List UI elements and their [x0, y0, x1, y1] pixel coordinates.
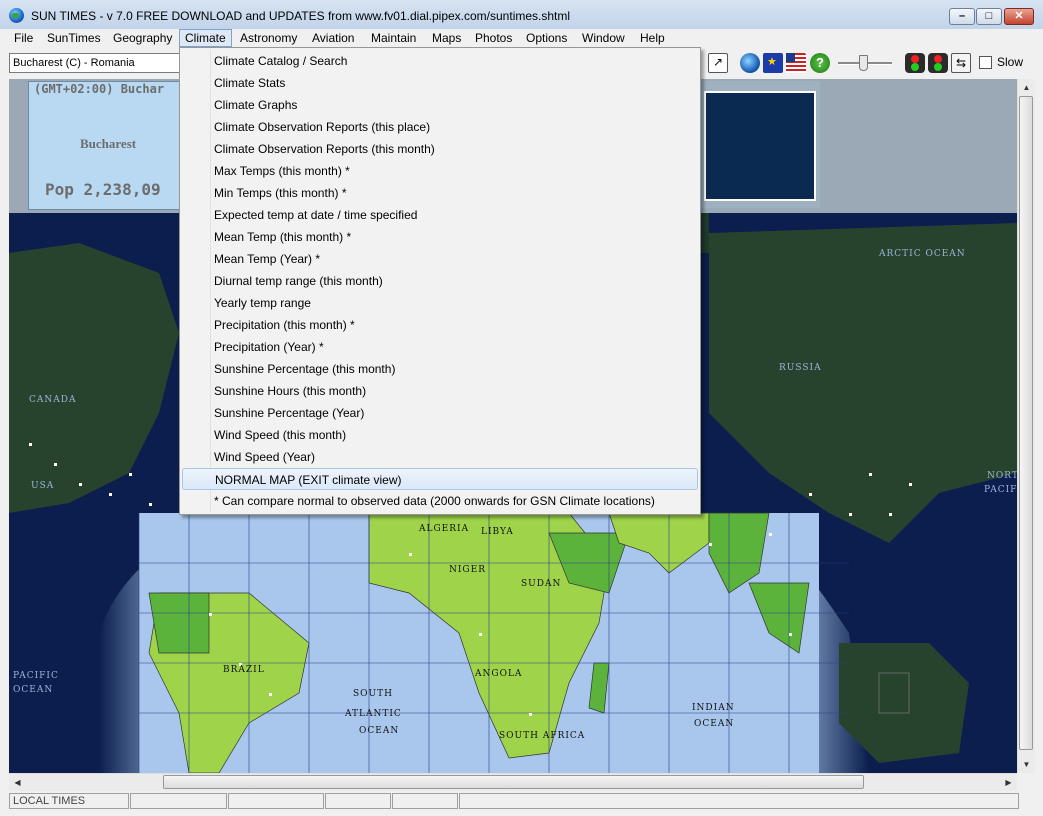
- menu-maps[interactable]: Maps: [427, 30, 466, 46]
- status-cell-6: [459, 793, 1019, 809]
- globe-icon[interactable]: [740, 53, 760, 73]
- menu-item-mean-temp-year[interactable]: Mean Temp (Year) *: [182, 248, 698, 270]
- status-cell-3: [228, 793, 324, 809]
- place-select[interactable]: Bucharest (C) - Romania: [9, 53, 181, 73]
- status-cell-2: [130, 793, 227, 809]
- label-sudan: SUDAN: [521, 579, 562, 589]
- status-local-times: LOCAL TIMES: [9, 793, 129, 809]
- label-usa: USA: [31, 481, 55, 491]
- label-south-africa: SOUTH AFRICA: [499, 731, 586, 741]
- menu-item-wind-month[interactable]: Wind Speed (this month): [182, 424, 698, 446]
- chart-icon[interactable]: [708, 53, 728, 73]
- menu-geography[interactable]: Geography: [108, 30, 177, 46]
- eu-flag-icon[interactable]: [763, 53, 783, 73]
- help-icon[interactable]: ?: [810, 53, 830, 73]
- menu-item-obs-reports-place[interactable]: Climate Observation Reports (this place): [182, 116, 698, 138]
- status-bar: LOCAL TIMES: [0, 791, 1043, 816]
- population-text: Pop 2,238,09: [45, 180, 161, 199]
- label-angola: ANGOLA: [475, 669, 523, 679]
- close-button[interactable]: ✕: [1004, 8, 1034, 25]
- label-pacific-east: PACIFIC: [984, 485, 1017, 495]
- label-south-atlantic-3: OCEAN: [359, 726, 400, 736]
- scroll-up-icon[interactable]: ▲: [1018, 79, 1035, 96]
- close-icon: ✕: [1014, 10, 1024, 22]
- label-brazil: BRAZIL: [223, 665, 265, 675]
- menu-aviation[interactable]: Aviation: [307, 30, 359, 46]
- menu-window[interactable]: Window: [577, 30, 630, 46]
- menu-help[interactable]: Help: [635, 30, 670, 46]
- swap-icon[interactable]: ⇆: [951, 53, 971, 73]
- menu-item-diurnal-range[interactable]: Diurnal temp range (this month): [182, 270, 698, 292]
- menu-climate[interactable]: Climate: [179, 29, 232, 47]
- menu-item-climate-stats[interactable]: Climate Stats: [182, 72, 698, 94]
- menu-item-sunshine-hours-month[interactable]: Sunshine Hours (this month): [182, 380, 698, 402]
- label-canada: CANADA: [29, 395, 77, 405]
- status-cell-5: [392, 793, 458, 809]
- maximize-button[interactable]: □: [976, 8, 1002, 25]
- climate-menu: Climate Catalog / Search Climate Stats C…: [179, 47, 701, 515]
- label-north-pacific: NORTH: [987, 471, 1017, 481]
- city-name: Bucharest: [80, 136, 137, 151]
- timezone-text: (GMT+02:00) Buchar: [34, 82, 165, 96]
- label-indian-ocean-1: INDIAN: [692, 703, 735, 713]
- mini-map-panel: [700, 81, 820, 208]
- menu-maintain[interactable]: Maintain: [366, 30, 421, 46]
- menu-item-wind-year[interactable]: Wind Speed (Year): [182, 446, 698, 468]
- traffic-light-icon[interactable]: [905, 53, 925, 73]
- label-arctic-ocean: ARCTIC OCEAN: [879, 249, 966, 259]
- label-algeria: ALGERIA: [419, 524, 470, 534]
- minimize-icon: –: [958, 10, 966, 22]
- menu-item-sunshine-pct-month[interactable]: Sunshine Percentage (this month): [182, 358, 698, 380]
- menu-item-climate-catalog[interactable]: Climate Catalog / Search: [182, 50, 698, 72]
- menu-bar: File SunTimes Geography Climate Astronom…: [0, 29, 1043, 48]
- menu-item-precip-month[interactable]: Precipitation (this month) *: [182, 314, 698, 336]
- label-south-pacific: PACIFIC: [13, 671, 59, 681]
- label-russia: RUSSIA: [779, 363, 822, 373]
- us-flag-icon[interactable]: [786, 53, 806, 73]
- horizontal-scrollbar[interactable]: ◀ ▶: [9, 773, 1017, 791]
- mini-map[interactable]: [704, 91, 816, 201]
- scroll-down-icon[interactable]: ▼: [1018, 756, 1035, 773]
- speed-slider-thumb[interactable]: [859, 55, 868, 71]
- menu-astronomy[interactable]: Astronomy: [235, 30, 302, 46]
- north-south-america-land: [148, 592, 210, 654]
- menu-item-min-temps[interactable]: Min Temps (this month) *: [182, 182, 698, 204]
- minimize-button[interactable]: –: [949, 8, 975, 25]
- menu-options[interactable]: Options: [521, 30, 572, 46]
- window-title: SUN TIMES - v 7.0 FREE DOWNLOAD and UPDA…: [31, 9, 571, 23]
- slow-label: Slow: [997, 55, 1024, 69]
- slow-checkbox[interactable]: [979, 56, 992, 69]
- menu-item-max-temps[interactable]: Max Temps (this month) *: [182, 160, 698, 182]
- horizontal-scroll-thumb[interactable]: [163, 775, 864, 789]
- menu-file[interactable]: File: [9, 30, 38, 46]
- app-globe-icon: [9, 8, 24, 23]
- vertical-scroll-thumb[interactable]: [1019, 96, 1033, 750]
- menu-item-sunshine-pct-year[interactable]: Sunshine Percentage (Year): [182, 402, 698, 424]
- menu-item-expected-temp[interactable]: Expected temp at date / time specified: [182, 204, 698, 226]
- label-niger: NIGER: [449, 565, 486, 575]
- maximize-icon: □: [985, 10, 993, 22]
- label-south-atlantic-2: ATLANTIC: [345, 709, 402, 719]
- status-cell-4: [325, 793, 391, 809]
- menu-item-compare-note[interactable]: * Can compare normal to observed data (2…: [182, 490, 698, 512]
- label-south-atlantic-1: SOUTH: [353, 689, 393, 699]
- menu-photos[interactable]: Photos: [470, 30, 517, 46]
- menu-item-yearly-range[interactable]: Yearly temp range: [182, 292, 698, 314]
- menu-item-mean-temp-month[interactable]: Mean Temp (this month) *: [182, 226, 698, 248]
- title-bar: SUN TIMES - v 7.0 FREE DOWNLOAD and UPDA…: [0, 0, 1043, 30]
- traffic-light-icon-2[interactable]: [928, 53, 948, 73]
- vertical-scrollbar[interactable]: ▲ ▼: [1017, 79, 1035, 773]
- menu-item-precip-year[interactable]: Precipitation (Year) *: [182, 336, 698, 358]
- menu-item-normal-map[interactable]: NORMAL MAP (EXIT climate view): [182, 468, 698, 490]
- label-indian-ocean-2: OCEAN: [694, 719, 735, 729]
- menu-item-obs-reports-month[interactable]: Climate Observation Reports (this month): [182, 138, 698, 160]
- scroll-right-icon[interactable]: ▶: [1000, 774, 1017, 791]
- label-libya: LIBYA: [481, 527, 514, 537]
- label-ocean-west: OCEAN: [13, 685, 54, 695]
- menu-item-climate-graphs[interactable]: Climate Graphs: [182, 94, 698, 116]
- scroll-left-icon[interactable]: ◀: [9, 774, 26, 791]
- menu-suntimes[interactable]: SunTimes: [42, 30, 106, 46]
